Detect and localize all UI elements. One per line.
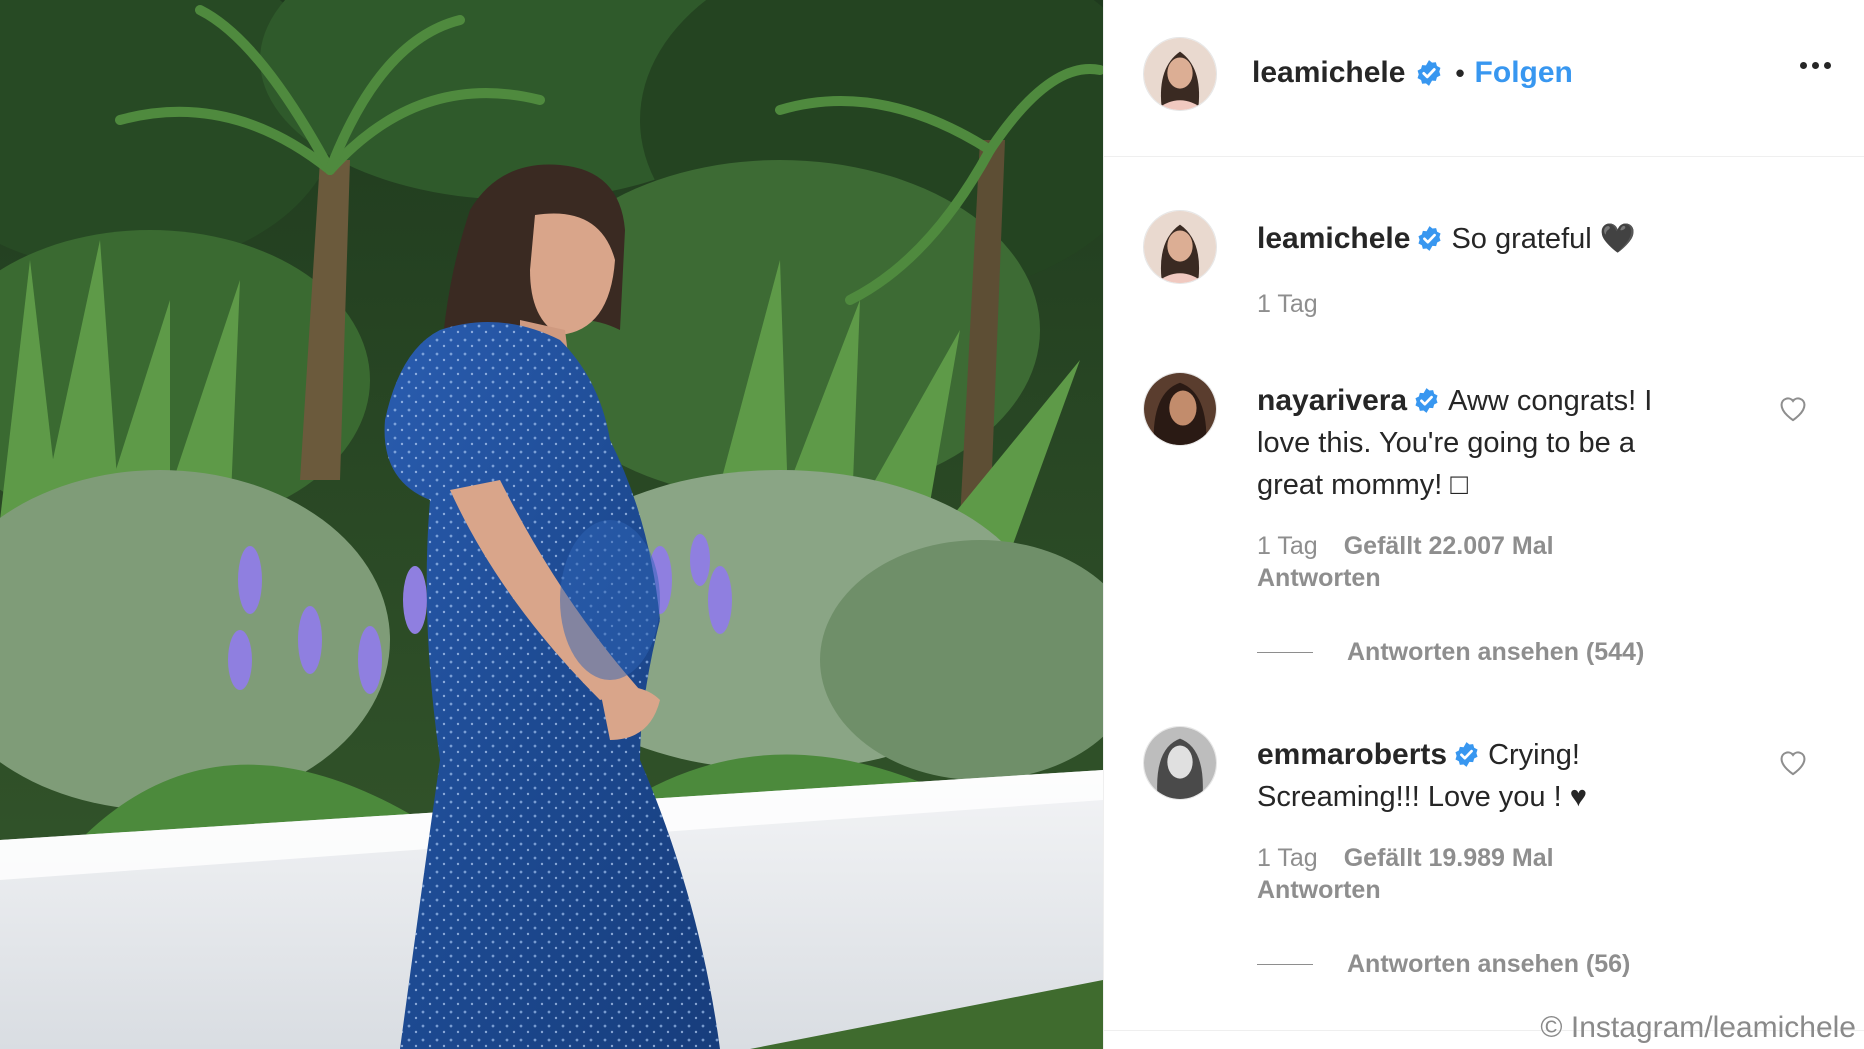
header-user-row: leamichele • Folgen — [1252, 56, 1573, 90]
verified-badge-icon — [1453, 741, 1480, 768]
avatar[interactable] — [1143, 37, 1217, 111]
comment-likes[interactable]: Gefällt 19.989 Mal — [1344, 844, 1554, 872]
comments-panel: leamichele • Folgen leamichele So gratefu… — [1103, 0, 1864, 1049]
reply-button[interactable]: Antworten — [1257, 564, 1381, 592]
avatar[interactable] — [1143, 210, 1217, 284]
comment-meta: 1 Tag Gefällt 22.007 Mal Antworten — [1257, 530, 1554, 594]
view-replies-label: Antworten ansehen (56) — [1347, 950, 1631, 978]
comment-username[interactable]: emmaroberts — [1257, 738, 1447, 771]
comment-body: nayarivera Aww congrats! I love this. You… — [1257, 380, 1707, 506]
verified-badge-icon — [1413, 387, 1440, 414]
comment-time[interactable]: 1 Tag — [1257, 290, 1318, 318]
view-replies-button[interactable]: Antworten ansehen (544) — [1257, 638, 1644, 667]
more-options-icon[interactable] — [1800, 62, 1831, 69]
comment-body: leamichele So grateful 🖤 — [1257, 218, 1707, 260]
avatar[interactable] — [1143, 372, 1217, 446]
replies-line — [1257, 964, 1313, 965]
reply-button[interactable]: Antworten — [1257, 876, 1381, 904]
avatar-image — [1144, 38, 1216, 110]
comment-body: emmaroberts Crying! Screaming!!! Love you… — [1257, 734, 1707, 818]
replies-line — [1257, 652, 1313, 653]
avatar-image — [1144, 373, 1216, 445]
more-dot — [1800, 62, 1807, 69]
comment-item: emmaroberts Crying! Screaming!!! Love you… — [1104, 726, 1864, 1016]
post-author-username[interactable]: leamichele — [1252, 56, 1405, 90]
copyright-watermark: © Instagram/leamichele — [1540, 1011, 1856, 1044]
comment-username[interactable]: nayarivera — [1257, 384, 1407, 417]
comment-time[interactable]: 1 Tag — [1257, 844, 1318, 872]
comment-meta: 1 Tag Gefällt 19.989 Mal Antworten — [1257, 842, 1554, 906]
post-photo-image — [0, 0, 1103, 1049]
avatar[interactable] — [1143, 726, 1217, 800]
avatar-image — [1144, 727, 1216, 799]
comment-username[interactable]: leamichele — [1257, 222, 1410, 255]
view-replies-label: Antworten ansehen (544) — [1347, 638, 1645, 666]
caption-comment: leamichele So grateful 🖤 1 Tag — [1104, 210, 1864, 330]
comment-time[interactable]: 1 Tag — [1257, 532, 1318, 560]
like-heart-icon[interactable] — [1777, 394, 1809, 422]
comment-likes[interactable]: Gefällt 22.007 Mal — [1344, 532, 1554, 560]
more-dot — [1824, 62, 1831, 69]
more-dot — [1812, 62, 1819, 69]
post-header: leamichele • Folgen — [1104, 0, 1864, 157]
comment-item: nayarivera Aww congrats! I love this. You… — [1104, 372, 1864, 672]
comment-text: So grateful 🖤 — [1451, 223, 1636, 255]
comment-meta: 1 Tag — [1257, 288, 1344, 320]
view-replies-button[interactable]: Antworten ansehen (56) — [1257, 950, 1630, 979]
separator-dot: • — [1455, 57, 1465, 88]
avatar-image — [1144, 211, 1216, 283]
post-photo[interactable] — [0, 0, 1103, 1049]
like-heart-icon[interactable] — [1777, 748, 1809, 776]
verified-badge-icon — [1416, 225, 1443, 252]
verified-badge-icon — [1415, 59, 1443, 87]
follow-button[interactable]: Folgen — [1475, 56, 1573, 90]
